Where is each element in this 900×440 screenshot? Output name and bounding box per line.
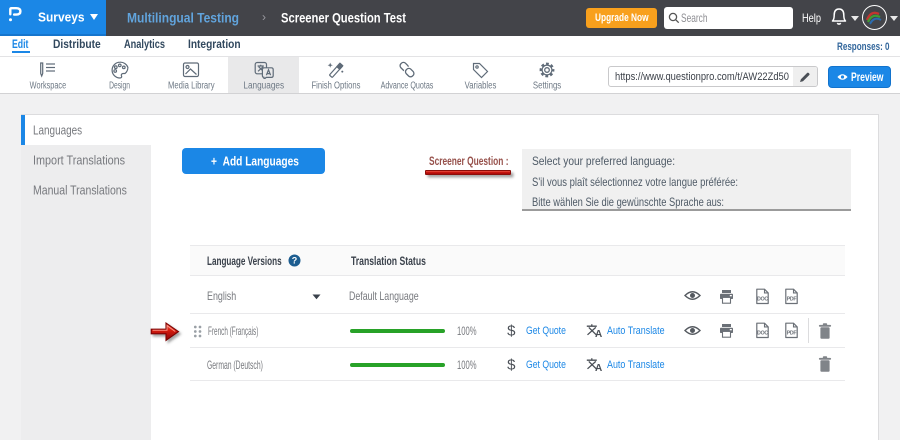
- svg-text:A: A: [595, 329, 602, 338]
- svg-text:DOC: DOC: [757, 330, 768, 336]
- svg-text:DOC: DOC: [757, 296, 768, 302]
- svg-text:A: A: [595, 363, 602, 372]
- svg-text:PDF: PDF: [787, 330, 797, 336]
- svg-text:?: ?: [292, 256, 298, 266]
- svg-text:PDF: PDF: [787, 296, 797, 302]
